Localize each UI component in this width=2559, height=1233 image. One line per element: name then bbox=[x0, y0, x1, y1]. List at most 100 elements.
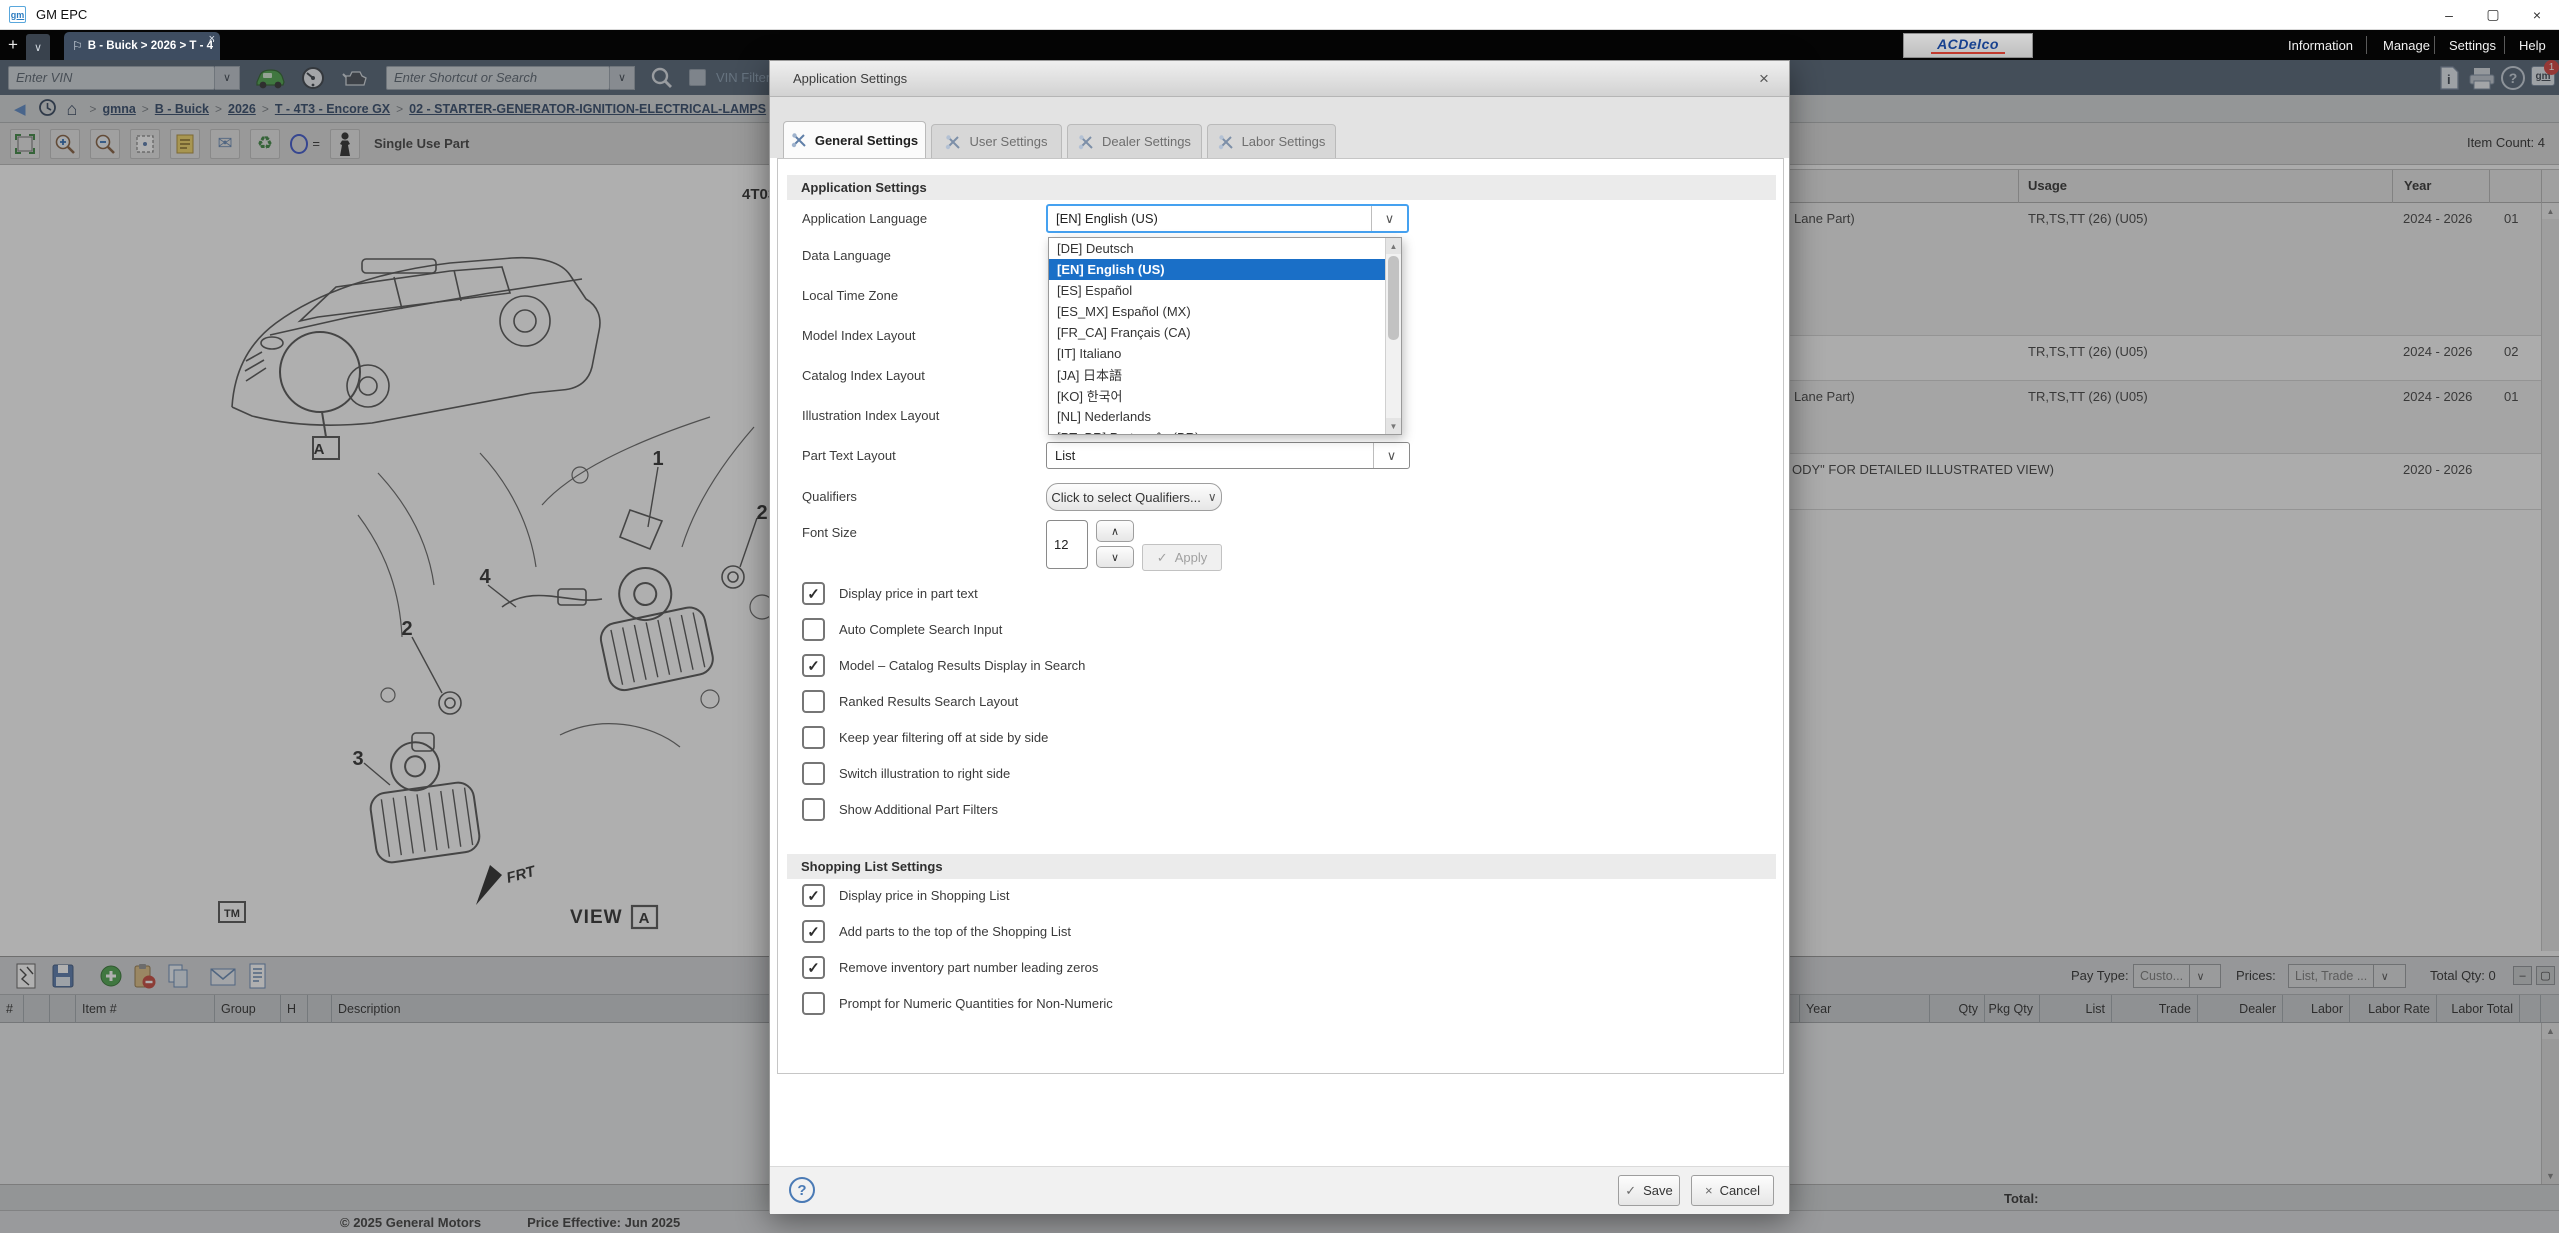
checkbox-ranked-results[interactable]: Ranked Results Search Layout bbox=[802, 690, 1018, 713]
language-option[interactable]: [IT] Italiano bbox=[1049, 343, 1387, 364]
language-option[interactable]: [NL] Nederlands bbox=[1049, 406, 1387, 427]
application-settings-section: Application Settings bbox=[787, 175, 1776, 200]
window-titlebar: gm GM EPC – ▢ × bbox=[0, 0, 2559, 30]
menu-information[interactable]: Information bbox=[2288, 30, 2353, 60]
application-language-select[interactable]: [EN] English (US) ∨ bbox=[1046, 204, 1409, 233]
cancel-button[interactable]: × Cancel bbox=[1691, 1175, 1774, 1206]
app-header: + ∨ ⚐ B - Buick > 2026 > T - 4T... × ACD… bbox=[0, 30, 2559, 60]
dialog-title: Application Settings bbox=[793, 71, 907, 86]
tab-label: Dealer Settings bbox=[1102, 134, 1191, 149]
tab-general-settings[interactable]: General Settings bbox=[783, 121, 926, 158]
menu-settings[interactable]: Settings bbox=[2449, 30, 2496, 60]
settings-tools-icon bbox=[1078, 134, 1094, 150]
illustration-index-layout-label: Illustration Index Layout bbox=[802, 408, 939, 423]
save-button-label: Save bbox=[1643, 1183, 1673, 1198]
settings-tools-icon bbox=[791, 132, 807, 148]
language-option[interactable]: [ES_MX] Español (MX) bbox=[1049, 301, 1387, 322]
language-option[interactable]: [JA] 日本語 bbox=[1049, 364, 1387, 385]
language-option[interactable]: [PT_BR] Português (BR) bbox=[1049, 427, 1387, 435]
language-option-selected[interactable]: [EN] English (US) bbox=[1049, 259, 1387, 280]
font-size-decrease-button[interactable]: ∨ bbox=[1096, 546, 1134, 568]
save-button[interactable]: ✓ Save bbox=[1618, 1175, 1680, 1206]
check-icon: ✓ bbox=[1625, 1183, 1636, 1199]
bookmark-icon: ⚐ bbox=[72, 39, 83, 53]
checkbox-model-catalog-results[interactable]: ✓Model – Catalog Results Display in Sear… bbox=[802, 654, 1085, 677]
tab-list-dropdown-button[interactable]: ∨ bbox=[26, 34, 50, 60]
checkbox-additional-part-filters[interactable]: Show Additional Part Filters bbox=[802, 798, 998, 821]
part-text-layout-select[interactable]: List ∨ bbox=[1046, 442, 1410, 469]
tab-user-settings[interactable]: User Settings bbox=[931, 124, 1062, 158]
dialog-help-icon[interactable]: ? bbox=[789, 1177, 815, 1203]
language-dropdown-list: [DE] Deutsch [EN] English (US) [ES] Espa… bbox=[1048, 237, 1402, 435]
checkbox-switch-illustration[interactable]: Switch illustration to right side bbox=[802, 762, 1010, 785]
menu-separator bbox=[2434, 30, 2435, 60]
maximize-button[interactable]: ▢ bbox=[2471, 0, 2515, 29]
language-option[interactable]: [KO] 한국어 bbox=[1049, 385, 1387, 406]
settings-tools-icon bbox=[945, 134, 961, 150]
language-option[interactable]: [DE] Deutsch bbox=[1049, 238, 1387, 259]
scrollbar-thumb[interactable] bbox=[1388, 256, 1399, 340]
catalog-tab[interactable]: ⚐ B - Buick > 2026 > T - 4T... × bbox=[64, 32, 220, 60]
language-option[interactable]: [FR_CA] Français (CA) bbox=[1049, 322, 1387, 343]
gm-app-icon: gm bbox=[9, 6, 26, 23]
window-title: GM EPC bbox=[36, 7, 87, 22]
font-size-increase-button[interactable]: ∧ bbox=[1096, 520, 1134, 542]
tab-label: General Settings bbox=[815, 133, 918, 148]
tab-dealer-settings[interactable]: Dealer Settings bbox=[1067, 124, 1202, 158]
dropdown-scrollbar[interactable]: ▲ ▼ bbox=[1385, 238, 1401, 434]
acdelco-logo-button[interactable]: ACDelco bbox=[1903, 33, 2033, 58]
catalog-index-layout-label: Catalog Index Layout bbox=[802, 368, 925, 383]
cancel-button-label: Cancel bbox=[1720, 1183, 1760, 1198]
local-time-zone-label: Local Time Zone bbox=[802, 288, 898, 303]
shopping-list-settings-section: Shopping List Settings bbox=[787, 854, 1776, 879]
checkbox-prompt-numeric-quantities[interactable]: Prompt for Numeric Quantities for Non-Nu… bbox=[802, 992, 1113, 1015]
font-size-label: Font Size bbox=[802, 525, 857, 540]
scroll-down-icon[interactable]: ▼ bbox=[1386, 418, 1401, 434]
checkbox-add-parts-top[interactable]: ✓Add parts to the top of the Shopping Li… bbox=[802, 920, 1071, 943]
qualifiers-button-label: Click to select Qualifiers... bbox=[1051, 490, 1201, 505]
apply-button[interactable]: ✓ Apply bbox=[1142, 544, 1222, 571]
tab-label: Labor Settings bbox=[1242, 134, 1326, 149]
application-language-value: [EN] English (US) bbox=[1048, 206, 1371, 231]
minimize-button[interactable]: – bbox=[2427, 0, 2471, 29]
checkbox-auto-complete-search[interactable]: Auto Complete Search Input bbox=[802, 618, 1002, 641]
checkbox-display-price-part-text[interactable]: ✓Display price in part text bbox=[802, 582, 978, 605]
x-icon: × bbox=[1705, 1183, 1713, 1198]
menu-manage[interactable]: Manage bbox=[2383, 30, 2430, 60]
settings-tools-icon bbox=[1218, 134, 1234, 150]
chevron-down-icon[interactable]: ∨ bbox=[1371, 206, 1407, 231]
check-icon: ✓ bbox=[1157, 550, 1168, 566]
acdelco-logo-text: ACDelco bbox=[1937, 38, 1999, 51]
catalog-tab-label: B - Buick > 2026 > T - 4T... bbox=[88, 40, 214, 52]
close-tab-icon[interactable]: × bbox=[209, 33, 215, 45]
new-tab-button[interactable]: + bbox=[0, 30, 26, 60]
tab-labor-settings[interactable]: Labor Settings bbox=[1207, 124, 1336, 158]
menu-separator bbox=[2366, 30, 2367, 60]
dialog-tabstrip: General Settings User Settings Dealer Se… bbox=[770, 97, 1789, 158]
menu-help[interactable]: Help bbox=[2519, 30, 2546, 60]
checkbox-remove-leading-zeros[interactable]: ✓Remove inventory part number leading ze… bbox=[802, 956, 1098, 979]
tab-label: User Settings bbox=[969, 134, 1047, 149]
close-window-button[interactable]: × bbox=[2515, 0, 2559, 29]
general-settings-pane: Application Settings Application Languag… bbox=[777, 158, 1784, 1074]
application-language-label: Application Language bbox=[802, 211, 927, 226]
part-text-layout-label: Part Text Layout bbox=[802, 448, 896, 463]
font-size-input[interactable] bbox=[1046, 520, 1088, 569]
chevron-down-icon[interactable]: ∨ bbox=[1373, 443, 1409, 468]
qualifiers-button[interactable]: Click to select Qualifiers... ∨ bbox=[1046, 483, 1222, 511]
language-option[interactable]: [ES] Español bbox=[1049, 280, 1387, 301]
dialog-close-button[interactable]: × bbox=[1753, 68, 1775, 90]
apply-button-label: Apply bbox=[1175, 550, 1208, 565]
menu-separator bbox=[2504, 30, 2505, 60]
scroll-up-icon[interactable]: ▲ bbox=[1386, 238, 1401, 254]
model-index-layout-label: Model Index Layout bbox=[802, 328, 915, 343]
part-text-layout-value: List bbox=[1047, 443, 1373, 468]
chevron-down-icon: ∨ bbox=[1208, 490, 1217, 504]
dialog-titlebar[interactable]: Application Settings bbox=[770, 61, 1789, 97]
acdelco-logo-underline bbox=[1931, 52, 2005, 54]
dialog-footer: ? ✓ Save × Cancel bbox=[770, 1166, 1789, 1214]
data-language-label: Data Language bbox=[802, 248, 891, 263]
qualifiers-label: Qualifiers bbox=[802, 489, 857, 504]
checkbox-keep-year-filtering[interactable]: Keep year filtering off at side by side bbox=[802, 726, 1048, 749]
checkbox-display-price-shopping-list[interactable]: ✓Display price in Shopping List bbox=[802, 884, 1010, 907]
